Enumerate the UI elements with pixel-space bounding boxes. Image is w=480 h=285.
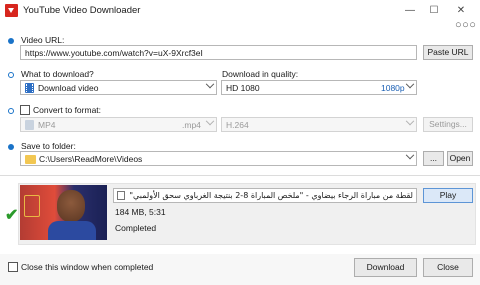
paste-url-button[interactable]: Paste URL xyxy=(423,45,473,60)
video-file-icon xyxy=(25,83,34,93)
close-when-completed-checkbox[interactable] xyxy=(8,262,18,272)
folder-icon xyxy=(25,155,36,164)
what-step-dot xyxy=(8,72,14,78)
url-step-dot xyxy=(8,38,14,44)
format-value: MP4 xyxy=(38,120,56,130)
settings-button[interactable]: Settings... xyxy=(423,117,473,132)
chevron-down-icon xyxy=(205,79,215,89)
emblem-icon xyxy=(24,195,40,217)
quality-badge: 1080p xyxy=(381,83,405,93)
player-shirt-shape xyxy=(48,221,96,240)
codec-value: H.264 xyxy=(226,120,249,130)
size-duration: 184 MB, 5:31 xyxy=(115,207,166,217)
format-extension: .mp4 xyxy=(182,120,201,130)
maximize-button[interactable]: ☐ xyxy=(424,3,444,18)
open-folder-button[interactable]: Open xyxy=(447,151,473,166)
format-select[interactable]: MP4 .mp4 xyxy=(20,116,217,132)
download-type-value: Download video xyxy=(38,83,99,93)
close-when-completed-label: Close this window when completed xyxy=(21,262,154,272)
quality-select[interactable]: HD 1080 1080p xyxy=(221,79,417,95)
mp4-file-icon xyxy=(25,120,34,130)
minimize-button[interactable]: — xyxy=(400,3,420,18)
save-folder-select[interactable]: C:\Users\ReadMore\Videos xyxy=(20,150,417,166)
codec-select[interactable]: H.264 xyxy=(221,116,417,132)
folder-step-dot xyxy=(8,144,14,150)
download-type-select[interactable]: Download video xyxy=(20,79,217,95)
close-button[interactable]: Close xyxy=(423,258,473,277)
video-title-field[interactable]: لقطة من مباراة الرجاء بيضاوي - "ملخص الم… xyxy=(113,188,417,203)
convert-checkbox[interactable] xyxy=(20,105,30,115)
convert-format-label: Convert to format: xyxy=(33,105,102,115)
video-title-text: لقطة من مباراة الرجاء بيضاوي - "ملخص الم… xyxy=(129,191,413,200)
download-status: Completed xyxy=(115,223,157,233)
save-folder-path: C:\Users\ReadMore\Videos xyxy=(39,154,143,164)
browse-folder-button[interactable]: ... xyxy=(423,151,444,166)
video-url-input[interactable]: https://www.youtube.com/watch?v=uX-9Xrcf… xyxy=(20,45,417,60)
quality-value: HD 1080 xyxy=(226,83,260,93)
chevron-down-icon xyxy=(405,150,415,160)
chevron-down-icon xyxy=(205,116,215,126)
play-button[interactable]: Play xyxy=(423,188,473,203)
chevron-down-icon xyxy=(405,79,415,89)
youtube-downloader-app-icon xyxy=(5,4,18,17)
quality-label: Download in quality: xyxy=(222,69,299,79)
section-divider xyxy=(0,175,480,176)
download-button[interactable]: Download xyxy=(354,258,417,277)
more-options-icon[interactable]: ○○○ xyxy=(455,19,476,31)
video-url-label: Video URL: xyxy=(21,35,65,45)
video-url-value: https://www.youtube.com/watch?v=uX-9Xrcf… xyxy=(25,48,203,58)
player-head-shape xyxy=(57,190,85,222)
window-title: YouTube Video Downloader xyxy=(23,5,141,16)
what-to-download-label: What to download? xyxy=(21,69,94,79)
check-icon: ✔ xyxy=(5,207,19,224)
save-folder-label: Save to folder: xyxy=(21,141,76,151)
video-thumbnail[interactable] xyxy=(20,185,107,240)
chevron-down-icon xyxy=(405,116,415,126)
convert-step-dot xyxy=(8,108,14,114)
document-icon xyxy=(117,191,125,200)
close-window-button[interactable]: ✕ xyxy=(451,3,471,18)
